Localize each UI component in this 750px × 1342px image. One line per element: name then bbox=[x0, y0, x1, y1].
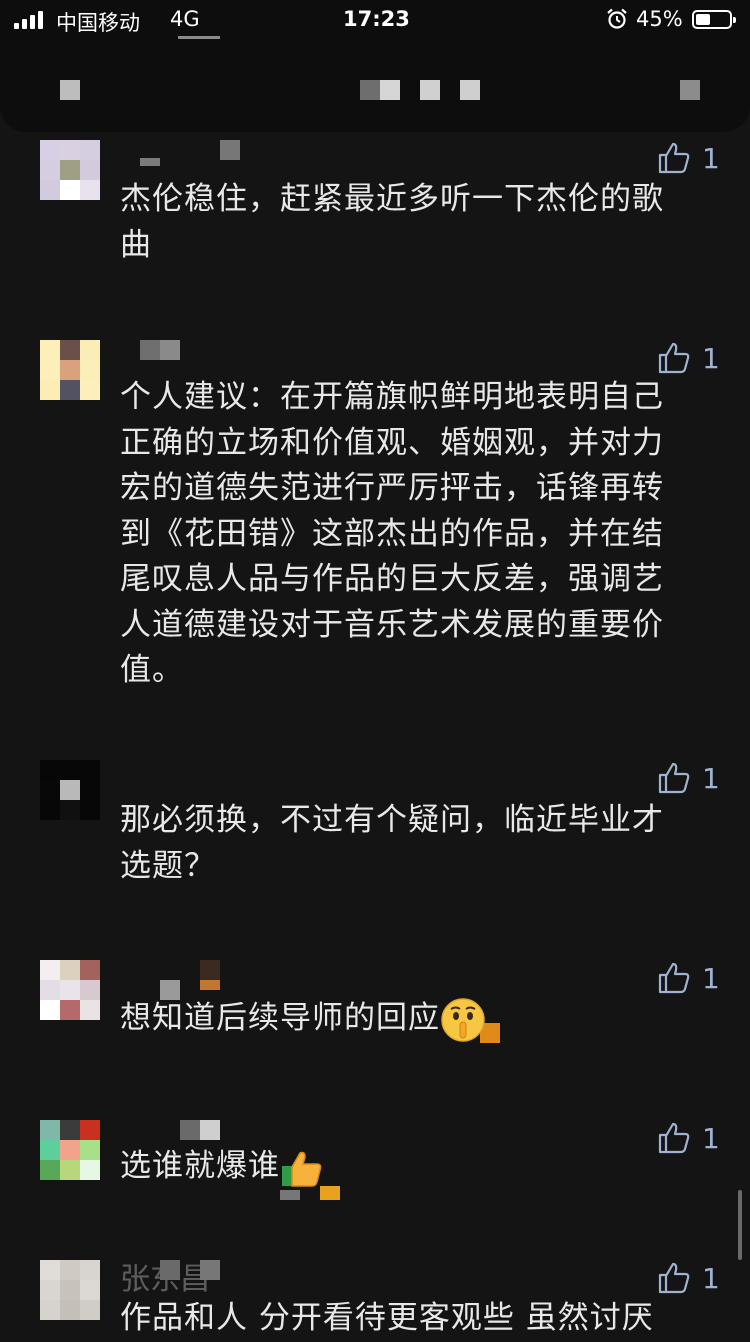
signal-strength-icon bbox=[14, 11, 48, 29]
comment-text-content: 想知道后续导师的回应 bbox=[120, 1000, 440, 1036]
thumbs-up-outline-icon bbox=[658, 1262, 690, 1294]
like-count: 1 bbox=[702, 762, 720, 795]
comment-text-content: 选谁就爆谁 bbox=[120, 1148, 280, 1184]
avatar[interactable] bbox=[40, 760, 100, 820]
back-button[interactable] bbox=[60, 80, 80, 100]
thumbs-up-icon bbox=[282, 1151, 322, 1187]
comment-text: 想知道后续导师的回应 bbox=[120, 996, 695, 1043]
status-bar: 中国移动 4G 17:23 45% bbox=[0, 0, 750, 40]
like-count: 1 bbox=[702, 342, 720, 375]
comment-text: 作品和人 分开看待更客观些 虽然讨厌 bbox=[120, 1300, 654, 1336]
comment-text: 杰伦稳住，赶紧最近多听一下杰伦的歌曲 bbox=[120, 181, 664, 263]
alarm-clock-icon bbox=[607, 8, 627, 29]
comment-text: 选谁就爆谁 bbox=[120, 1144, 695, 1190]
comment-text: 个人建议：在开篇旗帜鲜明地表明自己正确的立场和价值观、婚姻观，并对力宏的道德失范… bbox=[120, 379, 664, 688]
avatar[interactable] bbox=[40, 1120, 100, 1180]
network-type: 4G bbox=[170, 7, 200, 31]
thumbs-up-outline-icon bbox=[658, 962, 690, 994]
network-activity-indicator bbox=[178, 36, 220, 39]
avatar[interactable] bbox=[40, 960, 100, 1020]
header-bar bbox=[0, 40, 750, 132]
clock: 17:23 bbox=[343, 7, 410, 31]
more-button[interactable] bbox=[680, 80, 700, 100]
like-count: 1 bbox=[702, 962, 720, 995]
carrier-name: 中国移动 bbox=[56, 11, 140, 35]
like-count: 1 bbox=[702, 142, 720, 175]
comment-text: 那必须换，不过有个疑问，临近毕业才选题？ bbox=[120, 802, 664, 884]
battery-percentage: 45% bbox=[636, 7, 683, 31]
scrollbar[interactable] bbox=[738, 1190, 742, 1260]
like-count: 1 bbox=[702, 1262, 720, 1295]
battery-fill bbox=[696, 14, 710, 25]
battery-icon bbox=[692, 10, 736, 29]
avatar[interactable] bbox=[40, 140, 100, 200]
thumbs-up-outline-icon bbox=[658, 762, 690, 794]
like-count: 1 bbox=[702, 1122, 720, 1155]
shushing-face-icon bbox=[441, 997, 485, 1042]
thumbs-up-outline-icon bbox=[658, 142, 690, 174]
avatar[interactable] bbox=[40, 1260, 100, 1320]
thumbs-up-outline-icon bbox=[658, 342, 690, 374]
pixel-artifact bbox=[280, 1190, 300, 1200]
pixel-artifact bbox=[320, 1186, 340, 1200]
avatar[interactable] bbox=[40, 340, 100, 400]
